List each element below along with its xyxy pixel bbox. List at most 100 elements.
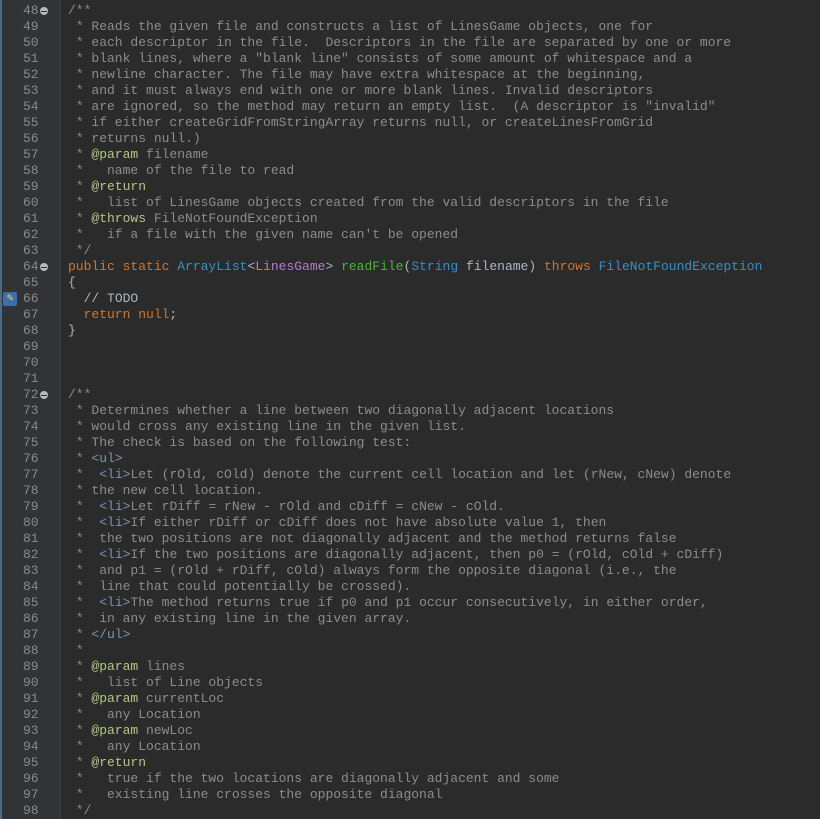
code-line[interactable]: 49 * Reads the given file and constructs…: [0, 19, 820, 35]
code-token: If the two positions are diagonally adja…: [130, 547, 724, 562]
code-line[interactable]: 59 * @return: [0, 179, 820, 195]
code-line[interactable]: 94 * any Location: [0, 739, 820, 755]
code-text: */: [68, 243, 92, 259]
code-line[interactable]: 93 * @param newLoc: [0, 723, 820, 739]
code-line[interactable]: 53 * and it must always end with one or …: [0, 83, 820, 99]
code-token: }: [68, 323, 76, 338]
code-line[interactable]: 73 * Determines whether a line between t…: [0, 403, 820, 419]
code-line[interactable]: 86 * in any existing line in the given a…: [0, 611, 820, 627]
code-token: * true if the two locations are diagonal…: [68, 771, 560, 786]
code-line[interactable]: 87 * </ul>: [0, 627, 820, 643]
code-line[interactable]: 98 */: [0, 803, 820, 819]
fold-toggle-icon[interactable]: [40, 391, 48, 399]
code-line[interactable]: 79 * <li>Let rDiff = rNew - rOld and cDi…: [0, 499, 820, 515]
code-text: * list of LinesGame objects created from…: [68, 195, 669, 211]
line-number: 58: [23, 163, 39, 178]
code-line[interactable]: 69: [0, 339, 820, 355]
line-number: 92: [23, 707, 39, 722]
line-number: 86: [23, 611, 39, 626]
code-token: * in any existing line in the given arra…: [68, 611, 412, 626]
code-token: * name of the file to read: [68, 163, 295, 178]
code-line[interactable]: 88 *: [0, 643, 820, 659]
code-line[interactable]: 55 * if either createGridFromStringArray…: [0, 115, 820, 131]
code-line[interactable]: 60 * list of LinesGame objects created f…: [0, 195, 820, 211]
code-line[interactable]: 91 * @param currentLoc: [0, 691, 820, 707]
code-line[interactable]: 64 public static ArrayList<LinesGame> rea…: [0, 259, 820, 275]
line-number: 93: [23, 723, 39, 738]
code-line[interactable]: 72/**: [0, 387, 820, 403]
line-number: 89: [23, 659, 39, 674]
code-token: {: [68, 275, 76, 290]
code-line[interactable]: 56 * returns null.): [0, 131, 820, 147]
code-line[interactable]: 95 * @return: [0, 755, 820, 771]
code-line[interactable]: 70: [0, 355, 820, 371]
fold-toggle-icon[interactable]: [40, 263, 48, 271]
code-token: * Determines whether a line between two …: [68, 403, 615, 418]
code-line[interactable]: 75 * The check is based on the following…: [0, 435, 820, 451]
line-number: 91: [23, 691, 39, 706]
code-token: ): [528, 259, 544, 274]
code-line[interactable]: 76 * <ul>: [0, 451, 820, 467]
code-line[interactable]: 68}: [0, 323, 820, 339]
code-token: */: [68, 243, 92, 258]
code-token: Let (rOld, cOld) denote the current cell…: [130, 467, 732, 482]
code-line[interactable]: 58 * name of the file to read: [0, 163, 820, 179]
fold-toggle-icon[interactable]: [40, 7, 48, 15]
code-line[interactable]: 67 return null;: [0, 307, 820, 323]
code-line[interactable]: 74 * would cross any existing line in th…: [0, 419, 820, 435]
code-text: * returns null.): [68, 131, 201, 147]
code-text: * <li>If the two positions are diagonall…: [68, 547, 724, 563]
code-line[interactable]: 61 * @throws FileNotFoundException: [0, 211, 820, 227]
code-line[interactable]: 63 */: [0, 243, 820, 259]
line-number: 87: [23, 627, 39, 642]
code-text: * true if the two locations are diagonal…: [68, 771, 560, 787]
line-number: 52: [23, 67, 39, 82]
code-token: * each descriptor in the file. Descripto…: [68, 35, 732, 50]
code-line[interactable]: 83 * and p1 = (rOld + rDiff, cOld) alway…: [0, 563, 820, 579]
implementation-marker-icon[interactable]: ✎: [3, 292, 17, 306]
code-editor[interactable]: 48/** 49 * Reads the given file and const…: [0, 0, 820, 819]
code-line[interactable]: 92 * any Location: [0, 707, 820, 723]
line-number: 54: [23, 99, 39, 114]
code-text: * any Location: [68, 739, 201, 755]
code-text: * in any existing line in the given arra…: [68, 611, 411, 627]
code-text: * name of the file to read: [68, 163, 294, 179]
code-token: * blank lines, where a "blank line" cons…: [68, 51, 693, 66]
line-number: 97: [23, 787, 39, 802]
line-number: 90: [23, 675, 39, 690]
code-line[interactable]: 51 * blank lines, where a "blank line" c…: [0, 51, 820, 67]
code-line[interactable]: 62 * if a file with the given name can't…: [0, 227, 820, 243]
code-text: {: [68, 275, 76, 291]
code-line[interactable]: 77 * <li>Let (rOld, cOld) denote the cur…: [0, 467, 820, 483]
code-text: * any Location: [68, 707, 201, 723]
code-line[interactable]: 96 * true if the two locations are diago…: [0, 771, 820, 787]
code-line[interactable]: 82 * <li>If the two positions are diagon…: [0, 547, 820, 563]
code-line[interactable]: 66 ✎ // TODO: [0, 291, 820, 307]
code-token: *: [68, 723, 92, 738]
code-line[interactable]: 65 {: [0, 275, 820, 291]
code-token: *: [68, 499, 100, 514]
code-token: @return: [91, 755, 147, 770]
code-line[interactable]: 71: [0, 371, 820, 387]
code-line[interactable]: 57 * @param filename: [0, 147, 820, 163]
code-line[interactable]: 84 * line that could potentially be cros…: [0, 579, 820, 595]
code-token: ;: [169, 307, 178, 322]
code-line[interactable]: 97 * existing line crosses the opposite …: [0, 787, 820, 803]
code-text: * the new cell location.: [68, 483, 263, 499]
code-line[interactable]: 89 * @param lines: [0, 659, 820, 675]
line-number: 96: [23, 771, 39, 786]
code-line[interactable]: 81 * the two positions are not diagonall…: [0, 531, 820, 547]
code-line[interactable]: 80 * <li>If either rDiff or cDiff does n…: [0, 515, 820, 531]
line-number: 61: [23, 211, 39, 226]
code-line[interactable]: 52 * newline character. The file may hav…: [0, 67, 820, 83]
code-line[interactable]: 50 * each descriptor in the file. Descri…: [0, 35, 820, 51]
code-text: * are ignored, so the method may return …: [68, 99, 716, 115]
code-token: String: [411, 259, 459, 274]
code-line[interactable]: 78 * the new cell location.: [0, 483, 820, 499]
code-line[interactable]: 48/**: [0, 3, 820, 19]
line-number: 63: [23, 243, 39, 258]
code-line[interactable]: 90 * list of Line objects: [0, 675, 820, 691]
code-text: // TODO: [68, 291, 139, 307]
code-line[interactable]: 85 * <li>The method returns true if p0 a…: [0, 595, 820, 611]
code-line[interactable]: 54 * are ignored, so the method may retu…: [0, 99, 820, 115]
